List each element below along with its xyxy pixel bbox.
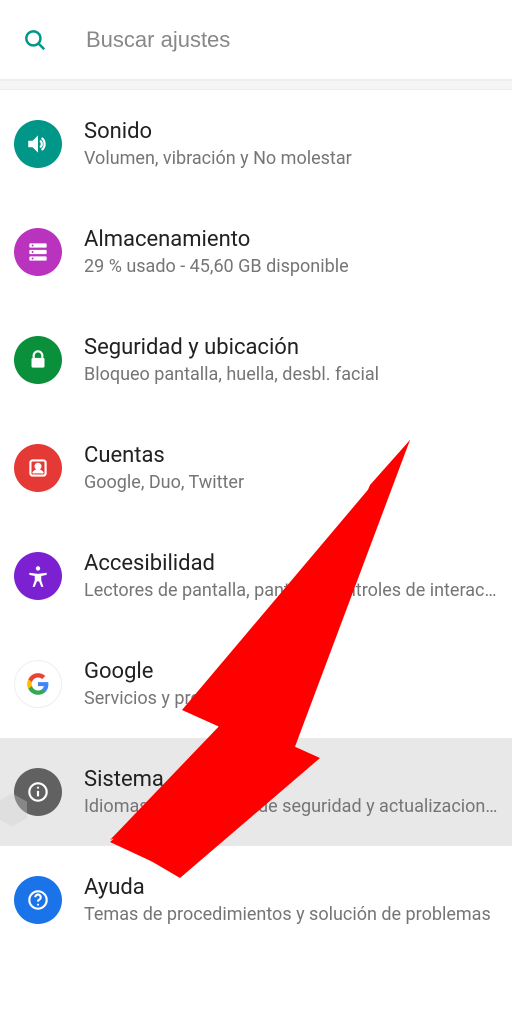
settings-item-accesibilidad[interactable]: Accesibilidad Lectores de pantalla, pant…	[0, 522, 512, 630]
item-title: Seguridad y ubicación	[84, 335, 498, 360]
accessibility-icon	[14, 552, 62, 600]
item-title: Sonido	[84, 119, 498, 144]
item-subtitle: Bloqueo pantalla, huella, desbl. facial	[84, 364, 498, 385]
speaker-icon	[14, 120, 62, 168]
settings-item-google[interactable]: Google Servicios y preferencias	[0, 630, 512, 738]
storage-icon	[14, 228, 62, 276]
item-title: Cuentas	[84, 443, 498, 468]
item-title: Google	[84, 659, 498, 684]
item-title: Almacenamiento	[84, 227, 498, 252]
lock-icon	[14, 336, 62, 384]
item-subtitle: Idiomas, hora, copias de seguridad y act…	[84, 796, 498, 817]
settings-item-cuentas[interactable]: Cuentas Google, Duo, Twitter	[0, 414, 512, 522]
settings-list: Sonido Volumen, vibración y No molestar …	[0, 90, 512, 954]
search-bar[interactable]	[0, 0, 512, 80]
item-subtitle: Servicios y preferencias	[84, 688, 498, 709]
item-subtitle: Lectores de pantalla, pantalla, controle…	[84, 580, 498, 601]
settings-item-sistema[interactable]: Sistema Idiomas, hora, copias de segurid…	[0, 738, 512, 846]
settings-item-almacenamiento[interactable]: Almacenamiento 29 % usado - 45,60 GB dis…	[0, 198, 512, 306]
divider	[0, 80, 512, 90]
item-subtitle: 29 % usado - 45,60 GB disponible	[84, 256, 498, 277]
item-title: Sistema	[84, 767, 498, 792]
settings-item-ayuda[interactable]: Ayuda Temas de procedimientos y solución…	[0, 846, 512, 954]
item-subtitle: Temas de procedimientos y solución de pr…	[84, 904, 498, 925]
item-title: Accesibilidad	[84, 551, 498, 576]
settings-item-seguridad[interactable]: Seguridad y ubicación Bloqueo pantalla, …	[0, 306, 512, 414]
item-title: Ayuda	[84, 875, 498, 900]
info-icon	[14, 768, 62, 816]
search-input[interactable]	[86, 27, 490, 53]
account-icon	[14, 444, 62, 492]
help-icon	[14, 876, 62, 924]
item-subtitle: Google, Duo, Twitter	[84, 472, 498, 493]
settings-item-sonido[interactable]: Sonido Volumen, vibración y No molestar	[0, 90, 512, 198]
search-icon	[22, 27, 48, 53]
google-icon	[14, 660, 62, 708]
item-subtitle: Volumen, vibración y No molestar	[84, 148, 498, 169]
